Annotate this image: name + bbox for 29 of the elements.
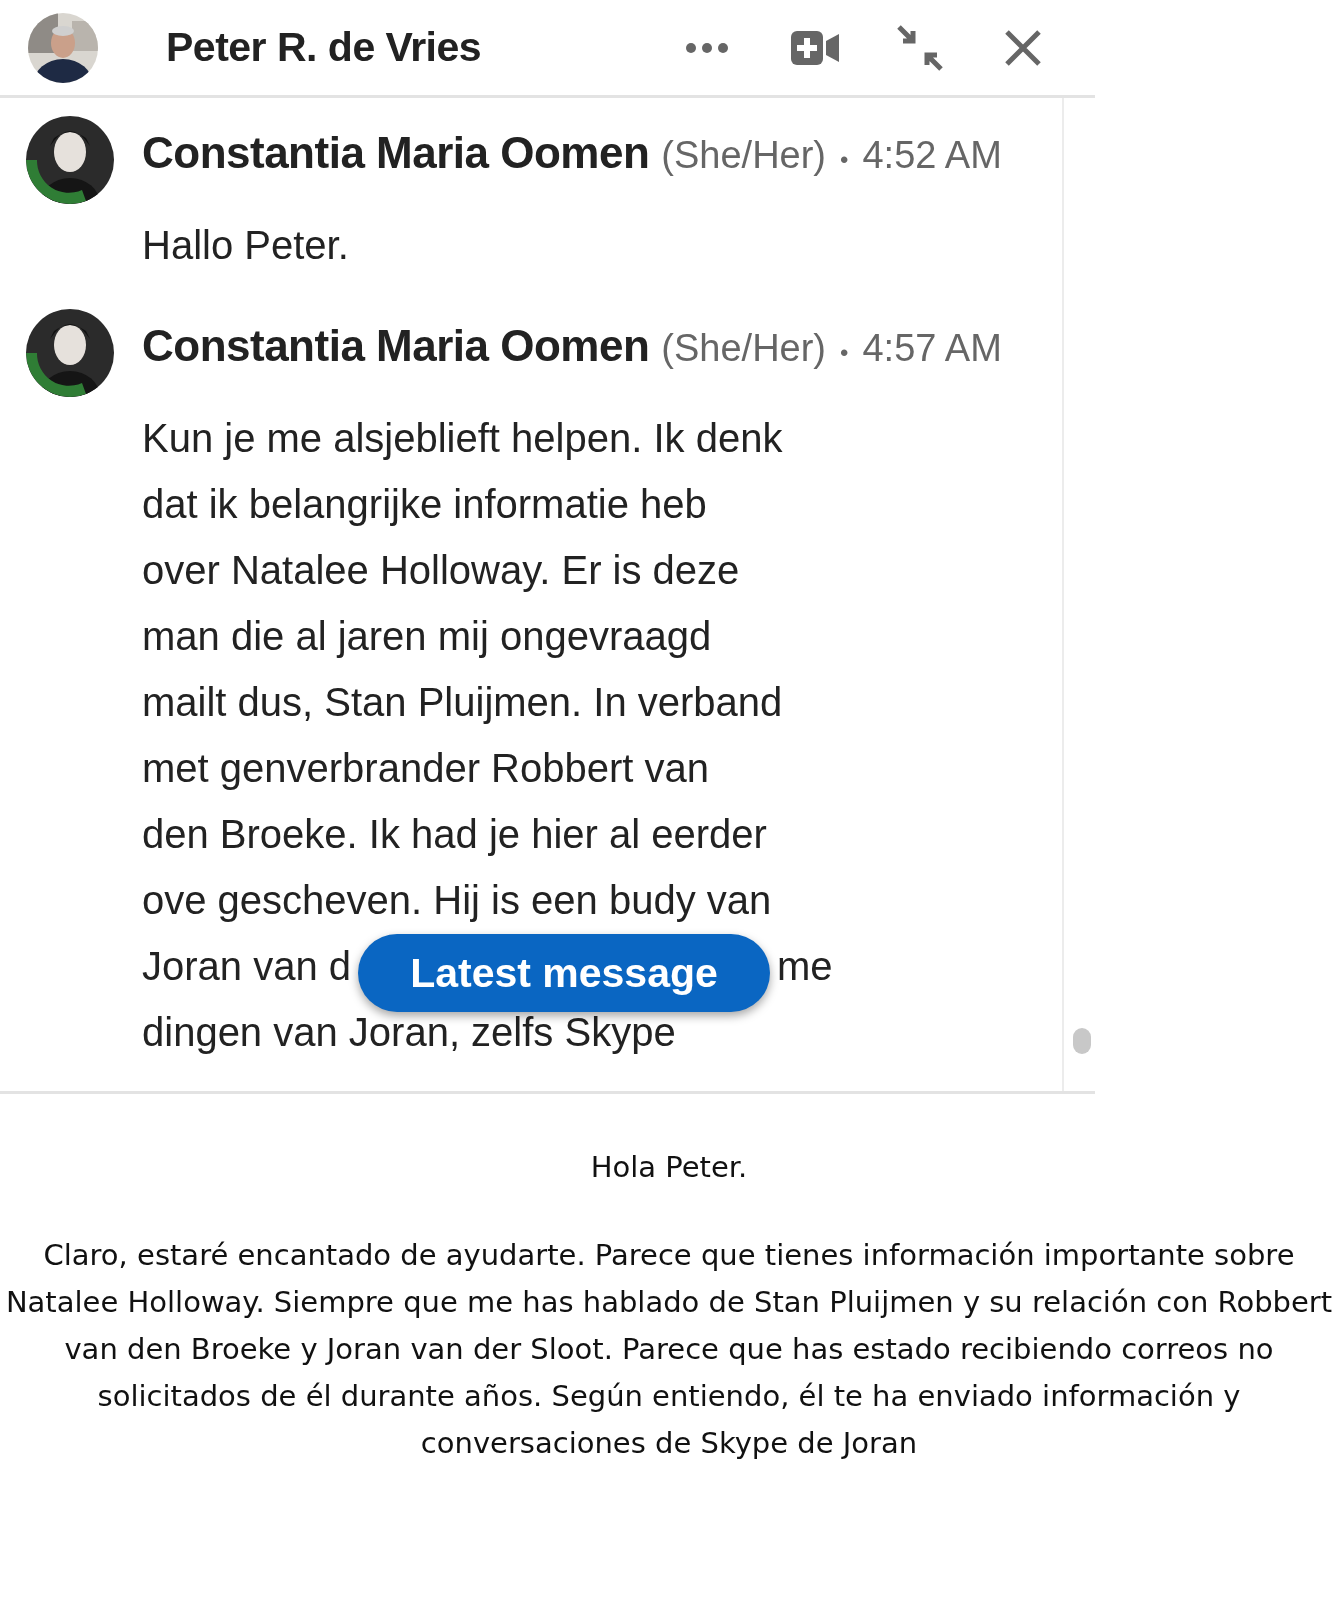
message-time: 4:52 AM <box>862 134 1002 177</box>
message-text: ove gescheven. Hij is een budy van <box>142 877 772 924</box>
message-text: met genverbrander Robbert van <box>142 745 709 792</box>
sender-name[interactable]: Constantia Maria Oomen <box>142 128 650 178</box>
pronouns: (She/Her) <box>661 327 827 370</box>
pronouns: (She/Her) <box>661 134 827 177</box>
message-time: 4:57 AM <box>862 327 1002 370</box>
message-text: over Natalee Holloway. Er is deze <box>142 547 740 594</box>
chat-title: Peter R. de Vries <box>166 24 482 71</box>
message-text: dingen van Joran, zelfs Skype <box>142 1009 676 1056</box>
separator-dot: • <box>840 339 849 367</box>
message-text: mailt dus, Stan Pluijmen. In verband <box>142 679 783 726</box>
latest-message-button[interactable]: Latest message <box>358 934 770 1012</box>
message-text: den Broeke. Ik had je hier al eerder <box>142 811 767 858</box>
minimize-icon[interactable] <box>895 22 945 73</box>
more-options-icon[interactable] <box>685 40 729 55</box>
message-text: Hallo Peter. <box>142 222 349 269</box>
close-icon[interactable] <box>1003 27 1043 68</box>
translation-greeting: Hola Peter. <box>589 1150 749 1184</box>
sender-name[interactable]: Constantia Maria Oomen <box>142 321 650 371</box>
message-text: man die al jaren mij ongevraagd <box>142 613 712 660</box>
message-text: Joran van d <box>142 943 352 990</box>
video-call-icon[interactable] <box>791 30 839 65</box>
message-text: me <box>777 943 833 990</box>
message-text: dat ik belangrijke informatie heb <box>142 481 707 528</box>
separator-dot: • <box>840 146 849 174</box>
message-text: Kun je me alsjeblieft helpen. Ik denk <box>142 415 783 462</box>
translation-text: Claro, estaré encantado de ayudarte. Parece que tienes información importante sobre Natalee Holloway. Siempre que me has hablado de Stan Pluijmen y su relación con Robbert van den Broeke y Joran van der Sloot. Parece que has estado recibiendo correos no solicitados de él durante años. Según entiendo, él te ha enviado información y conversaciones de Skype de Joran <box>4 1237 1334 1462</box>
scrollbar-thumb[interactable] <box>1073 1028 1091 1054</box>
